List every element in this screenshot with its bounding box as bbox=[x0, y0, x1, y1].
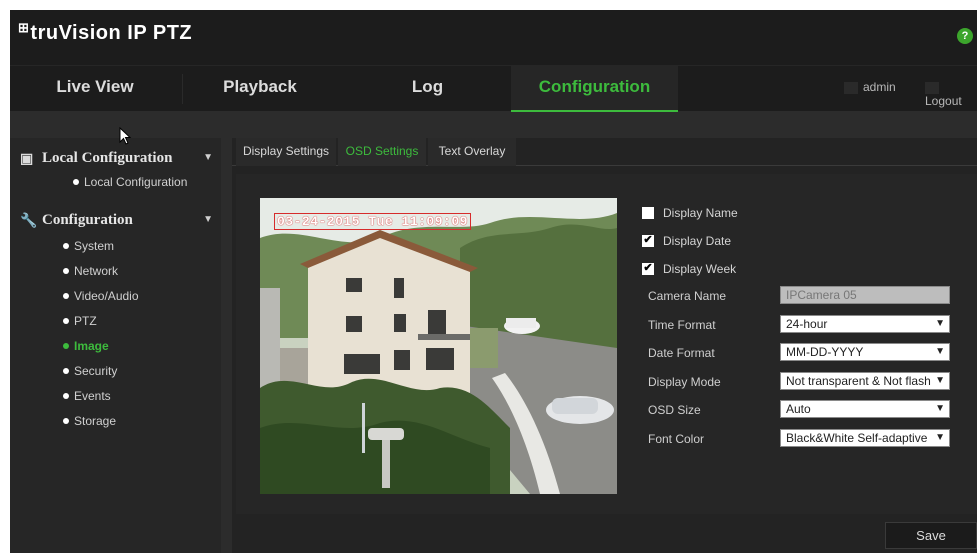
osd-size-select[interactable]: Auto ▼ bbox=[780, 400, 950, 418]
tab-playback[interactable]: Playback bbox=[185, 66, 335, 112]
save-bar: Save bbox=[232, 514, 977, 553]
sidebar-item-label: Network bbox=[74, 264, 119, 278]
main-content: Display Settings OSD Settings Text Overl… bbox=[232, 138, 977, 553]
camera-name-label: Camera Name bbox=[648, 289, 727, 303]
chevron-down-icon: ▼ bbox=[203, 214, 213, 225]
logout-link[interactable]: Logout bbox=[925, 80, 977, 108]
save-button[interactable]: Save bbox=[885, 522, 977, 549]
chevron-down-icon: ▼ bbox=[935, 346, 945, 357]
sidebar-item-network[interactable]: Network bbox=[10, 260, 221, 282]
time-format-select[interactable]: 24-hour ▼ bbox=[780, 315, 950, 333]
top-bar: ⊞truVision IP PTZ ? bbox=[10, 10, 977, 65]
time-format-value: 24-hour bbox=[786, 317, 828, 331]
video-preview: 03-24-2015 Tue 11:09:09 bbox=[260, 198, 617, 494]
bullet-icon bbox=[63, 293, 69, 299]
sidebar-item-storage[interactable]: Storage bbox=[10, 410, 221, 432]
sidebar-group-label: Configuration bbox=[42, 212, 133, 228]
sidebar-item-video-audio[interactable]: Video/Audio bbox=[10, 285, 221, 307]
display-name-checkbox[interactable] bbox=[642, 207, 654, 219]
bullet-icon bbox=[63, 318, 69, 324]
sidebar-item-label: System bbox=[74, 239, 115, 253]
tab-configuration[interactable]: Configuration bbox=[511, 66, 678, 112]
bullet-icon bbox=[63, 268, 69, 274]
user-icon bbox=[844, 81, 858, 94]
mouse-cursor-icon bbox=[119, 127, 132, 145]
sidebar-item-label: Security bbox=[74, 364, 118, 378]
osd-size-value: Auto bbox=[786, 402, 811, 416]
display-mode-value: Not transparent & Not flash bbox=[786, 374, 931, 388]
tab-live-view[interactable]: Live View bbox=[10, 66, 180, 112]
display-mode-label: Display Mode bbox=[648, 375, 721, 389]
sidebar-item-ptz[interactable]: PTZ bbox=[10, 310, 221, 332]
sidebar-group-label: Local Configuration bbox=[42, 150, 173, 166]
sidebar-item-events[interactable]: Events bbox=[10, 385, 221, 407]
sub-tab-bar: Display Settings OSD Settings Text Overl… bbox=[232, 138, 977, 166]
sidebar-item-label: Local Configuration bbox=[84, 175, 188, 189]
font-color-value: Black&White Self-adaptive bbox=[786, 431, 928, 445]
camera-name-input[interactable] bbox=[780, 286, 950, 304]
local-config-icon: ▣ bbox=[20, 150, 34, 166]
bullet-icon bbox=[73, 179, 79, 185]
osd-size-label: OSD Size bbox=[648, 403, 701, 417]
bullet-icon bbox=[63, 393, 69, 399]
logout-icon bbox=[925, 81, 939, 94]
chevron-down-icon: ▼ bbox=[935, 318, 945, 329]
main-nav: Live View Playback Log Configuration adm… bbox=[10, 65, 977, 112]
tab-display-settings[interactable]: Display Settings bbox=[236, 138, 336, 166]
display-date-label: Display Date bbox=[663, 234, 732, 248]
sidebar-item-label: Events bbox=[74, 389, 111, 403]
tab-divider bbox=[182, 74, 183, 104]
sidebar-item-label: PTZ bbox=[74, 314, 97, 328]
sidebar-item-local-configuration[interactable]: Local Configuration bbox=[10, 171, 221, 193]
camera-scene bbox=[260, 198, 617, 494]
sidebar-item-security[interactable]: Security bbox=[10, 360, 221, 382]
chevron-down-icon: ▼ bbox=[935, 432, 945, 443]
brand-logo: ⊞truVision IP PTZ bbox=[18, 20, 193, 45]
date-format-value: MM-DD-YYYY bbox=[786, 345, 864, 359]
sidebar: ▣ Local Configuration ▼ Local Configurat… bbox=[10, 138, 221, 553]
tab-osd-settings[interactable]: OSD Settings bbox=[338, 138, 426, 166]
app-window: ⊞truVision IP PTZ ? Live View Playback L… bbox=[10, 10, 977, 553]
osd-date-overlay[interactable]: 03-24-2015 Tue 11:09:09 bbox=[274, 213, 471, 230]
sidebar-item-label: Video/Audio bbox=[74, 289, 139, 303]
display-date-checkbox[interactable]: ✔ bbox=[642, 235, 654, 247]
display-week-checkbox[interactable]: ✔ bbox=[642, 263, 654, 275]
logo-text: truVision IP PTZ bbox=[30, 22, 193, 44]
logo-mark-icon: ⊞ bbox=[18, 20, 30, 35]
sidebar-item-system[interactable]: System bbox=[10, 235, 221, 257]
user-menu[interactable]: admin bbox=[844, 80, 896, 94]
bullet-icon bbox=[63, 418, 69, 424]
sidebar-group-local-configuration[interactable]: ▣ Local Configuration ▼ bbox=[10, 144, 221, 172]
tab-text-overlay[interactable]: Text Overlay bbox=[428, 138, 516, 166]
chevron-down-icon: ▼ bbox=[203, 152, 213, 163]
font-color-label: Font Color bbox=[648, 432, 705, 446]
logout-label: Logout bbox=[925, 94, 962, 108]
bullet-icon bbox=[63, 368, 69, 374]
osd-settings-panel: 03-24-2015 Tue 11:09:09 Display Name ✔ D… bbox=[236, 174, 977, 514]
sidebar-item-image[interactable]: Image bbox=[10, 335, 221, 357]
bullet-icon bbox=[63, 243, 69, 249]
display-name-label: Display Name bbox=[663, 206, 738, 220]
sidebar-item-label: Storage bbox=[74, 414, 117, 428]
font-color-select[interactable]: Black&White Self-adaptive ▼ bbox=[780, 429, 950, 447]
tab-log[interactable]: Log bbox=[345, 66, 510, 112]
wrench-icon: 🔧 bbox=[20, 212, 38, 228]
display-week-label: Display Week bbox=[663, 262, 737, 276]
sidebar-item-label: Image bbox=[74, 339, 109, 353]
time-format-label: Time Format bbox=[648, 318, 716, 332]
chevron-down-icon: ▼ bbox=[935, 403, 945, 414]
display-mode-select[interactable]: Not transparent & Not flash ▼ bbox=[780, 372, 950, 390]
date-format-label: Date Format bbox=[648, 346, 715, 360]
bullet-icon bbox=[63, 343, 69, 349]
sidebar-group-configuration[interactable]: 🔧 Configuration ▼ bbox=[10, 206, 221, 234]
chevron-down-icon: ▼ bbox=[935, 375, 945, 386]
help-icon[interactable]: ? bbox=[957, 28, 973, 44]
date-format-select[interactable]: MM-DD-YYYY ▼ bbox=[780, 343, 950, 361]
user-name: admin bbox=[863, 80, 896, 94]
